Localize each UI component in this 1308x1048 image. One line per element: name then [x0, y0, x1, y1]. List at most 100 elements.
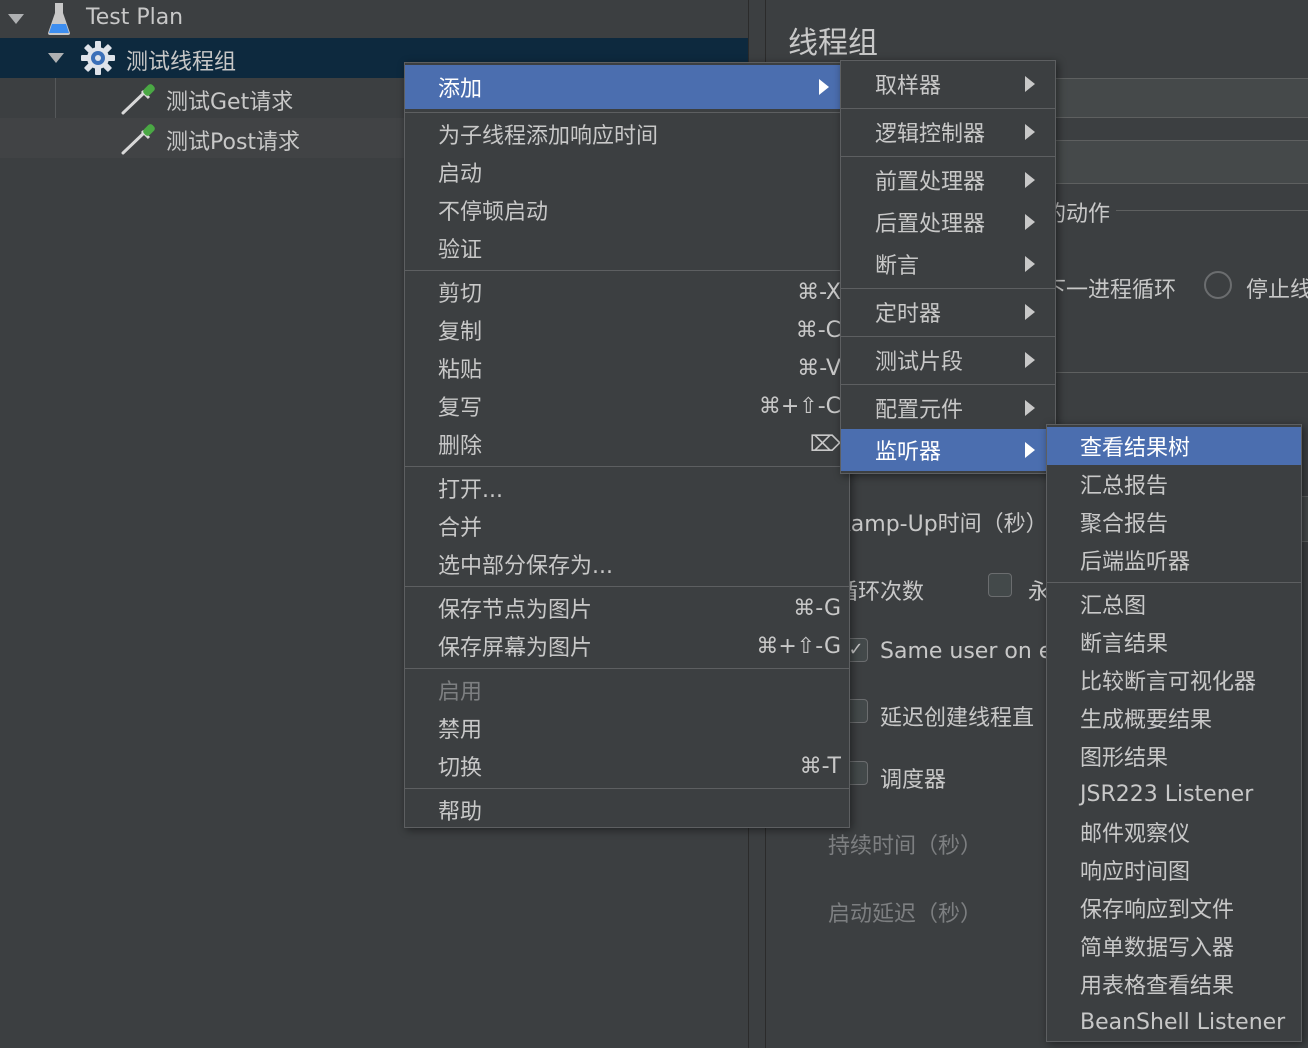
context-menu-item[interactable]: 切换 ⌘-T	[405, 747, 849, 785]
listener-submenu-item[interactable]: 查看结果树	[1047, 427, 1301, 465]
context-menu-item[interactable]: 添加	[405, 65, 849, 109]
context-menu-item-label: 复制	[438, 320, 483, 345]
ramp-up-label: Ramp-Up时间（秒）	[836, 512, 1048, 537]
menu-separator	[405, 788, 849, 789]
context-menu-item[interactable]: 禁用	[405, 709, 849, 747]
listener-submenu-item-label: 邮件观察仪	[1080, 822, 1191, 847]
listener-submenu-item[interactable]: 汇总图	[1047, 585, 1301, 623]
tree-item-label: 测试线程组	[126, 50, 237, 75]
comments-field[interactable]	[1046, 140, 1308, 184]
name-field[interactable]	[1046, 78, 1308, 118]
section-divider	[1116, 210, 1308, 211]
listener-submenu-item-label: 聚合报告	[1080, 512, 1169, 537]
tree-item-label: Test Plan	[86, 5, 184, 30]
chevron-right-icon	[1025, 76, 1035, 92]
listener-submenu-item[interactable]: 保存响应到文件	[1047, 889, 1301, 927]
shortcut-hint: ⌦	[809, 431, 841, 457]
shortcut-hint: ⌘-C	[795, 317, 841, 343]
pipette-icon	[120, 122, 158, 162]
context-menu-item-label: 合并	[438, 516, 483, 541]
context-menu-item-label: 不停顿启动	[438, 200, 549, 225]
context-menu-item[interactable]: 粘贴 ⌘-V	[405, 349, 849, 387]
context-menu-item[interactable]: 复制 ⌘-C	[405, 311, 849, 349]
tree-item-test-plan[interactable]: Test Plan	[0, 0, 748, 40]
add-submenu-item[interactable]: 前置处理器	[841, 159, 1055, 201]
context-menu-item: 启用	[405, 671, 849, 709]
chevron-right-icon	[1025, 172, 1035, 188]
section-divider	[1046, 372, 1308, 373]
add-submenu-item[interactable]: 取样器	[841, 63, 1055, 105]
panel-title: 线程组	[788, 26, 878, 61]
listener-submenu-item[interactable]: 简单数据写入器	[1047, 927, 1301, 965]
listener-submenu-item-label: 汇总图	[1080, 594, 1147, 619]
listener-submenu-item[interactable]: 后端监听器	[1047, 541, 1301, 579]
context-menu-item-label: 粘贴	[438, 358, 483, 383]
listener-submenu-item-label: 查看结果树	[1080, 436, 1191, 461]
context-menu-item[interactable]: 保存屏幕为图片 ⌘+⇧-G	[405, 627, 849, 665]
context-menu-item-label: 复写	[438, 396, 483, 421]
stop-thread-radio[interactable]	[1204, 271, 1232, 299]
listener-submenu-item[interactable]: 邮件观察仪	[1047, 813, 1301, 851]
listener-submenu-item[interactable]: 用表格查看结果	[1047, 965, 1301, 1003]
add-submenu-item-label: 断言	[875, 254, 920, 279]
listener-submenu-item-label: 汇总报告	[1080, 474, 1169, 499]
context-menu-item[interactable]: 不停顿启动	[405, 191, 849, 229]
listener-submenu-item-label: JSR223 Listener	[1080, 781, 1254, 807]
context-menu-item[interactable]: 合并	[405, 507, 849, 545]
add-submenu-item-label: 定时器	[875, 302, 942, 327]
listener-submenu-item[interactable]: 汇总报告	[1047, 465, 1301, 503]
listener-submenu-item[interactable]: 聚合报告	[1047, 503, 1301, 541]
add-submenu-item[interactable]: 测试片段	[841, 339, 1055, 381]
add-submenu-item[interactable]: 断言	[841, 243, 1055, 285]
chevron-down-icon[interactable]	[48, 53, 64, 63]
listener-submenu-item[interactable]: 断言结果	[1047, 623, 1301, 661]
duration-label: 持续时间（秒）	[828, 834, 983, 859]
listener-submenu-item[interactable]: 图形结果	[1047, 737, 1301, 775]
context-menu-item-label: 保存屏幕为图片	[438, 636, 593, 661]
listener-submenu-item-label: 保存响应到文件	[1080, 898, 1235, 923]
add-submenu-item[interactable]: 监听器	[841, 429, 1055, 471]
add-submenu-item[interactable]: 逻辑控制器	[841, 111, 1055, 153]
startup-delay-label: 启动延迟（秒）	[828, 902, 983, 927]
chevron-right-icon	[1025, 442, 1035, 458]
context-menu-item[interactable]: 剪切 ⌘-X	[405, 273, 849, 311]
forever-checkbox[interactable]	[988, 573, 1012, 597]
context-menu-item-label: 剪切	[438, 282, 483, 307]
add-submenu-item-label: 监听器	[875, 440, 942, 465]
context-menu-item[interactable]: 为子线程添加响应时间	[405, 115, 849, 153]
pipette-icon	[120, 82, 158, 122]
context-menu-item[interactable]: 启动	[405, 153, 849, 191]
menu-separator	[405, 112, 849, 113]
listener-submenu-item-label: 生成概要结果	[1080, 708, 1213, 733]
context-menu-item[interactable]: 删除 ⌦	[405, 425, 849, 463]
listener-submenu-item-label: 图形结果	[1080, 746, 1169, 771]
menu-separator	[841, 156, 1055, 157]
chevron-right-icon	[1025, 256, 1035, 272]
same-user-label: Same user on e	[880, 639, 1053, 664]
add-submenu-item[interactable]: 定时器	[841, 291, 1055, 333]
add-submenu-item[interactable]: 后置处理器	[841, 201, 1055, 243]
chevron-down-icon[interactable]	[8, 14, 24, 24]
context-menu-item[interactable]: 帮助	[405, 791, 849, 829]
menu-separator	[841, 108, 1055, 109]
listener-submenu-item[interactable]: 响应时间图	[1047, 851, 1301, 889]
context-menu-item[interactable]: 验证	[405, 229, 849, 267]
listener-submenu-item[interactable]: JSR223 Listener	[1047, 775, 1301, 813]
chevron-right-icon	[1025, 124, 1035, 140]
next-loop-label: 下一进程循环	[1044, 278, 1177, 303]
menu-separator	[405, 270, 849, 271]
listener-submenu-item[interactable]: BeanShell Listener	[1047, 1003, 1301, 1041]
context-menu-item[interactable]: 打开...	[405, 469, 849, 507]
context-menu-item-label: 选中部分保存为...	[438, 554, 613, 579]
add-submenu-item[interactable]: 配置元件	[841, 387, 1055, 429]
context-menu-item[interactable]: 保存节点为图片 ⌘-G	[405, 589, 849, 627]
chevron-right-icon	[1025, 304, 1035, 320]
listener-submenu-item-label: 用表格查看结果	[1080, 974, 1235, 999]
context-menu-item-label: 删除	[438, 434, 483, 459]
listener-submenu-item[interactable]: 比较断言可视化器	[1047, 661, 1301, 699]
chevron-right-icon	[1025, 400, 1035, 416]
context-menu-item[interactable]: 选中部分保存为...	[405, 545, 849, 583]
context-menu-item[interactable]: 复写 ⌘+⇧-C	[405, 387, 849, 425]
listener-submenu-item[interactable]: 生成概要结果	[1047, 699, 1301, 737]
context-menu-item-label: 启用	[438, 680, 483, 705]
